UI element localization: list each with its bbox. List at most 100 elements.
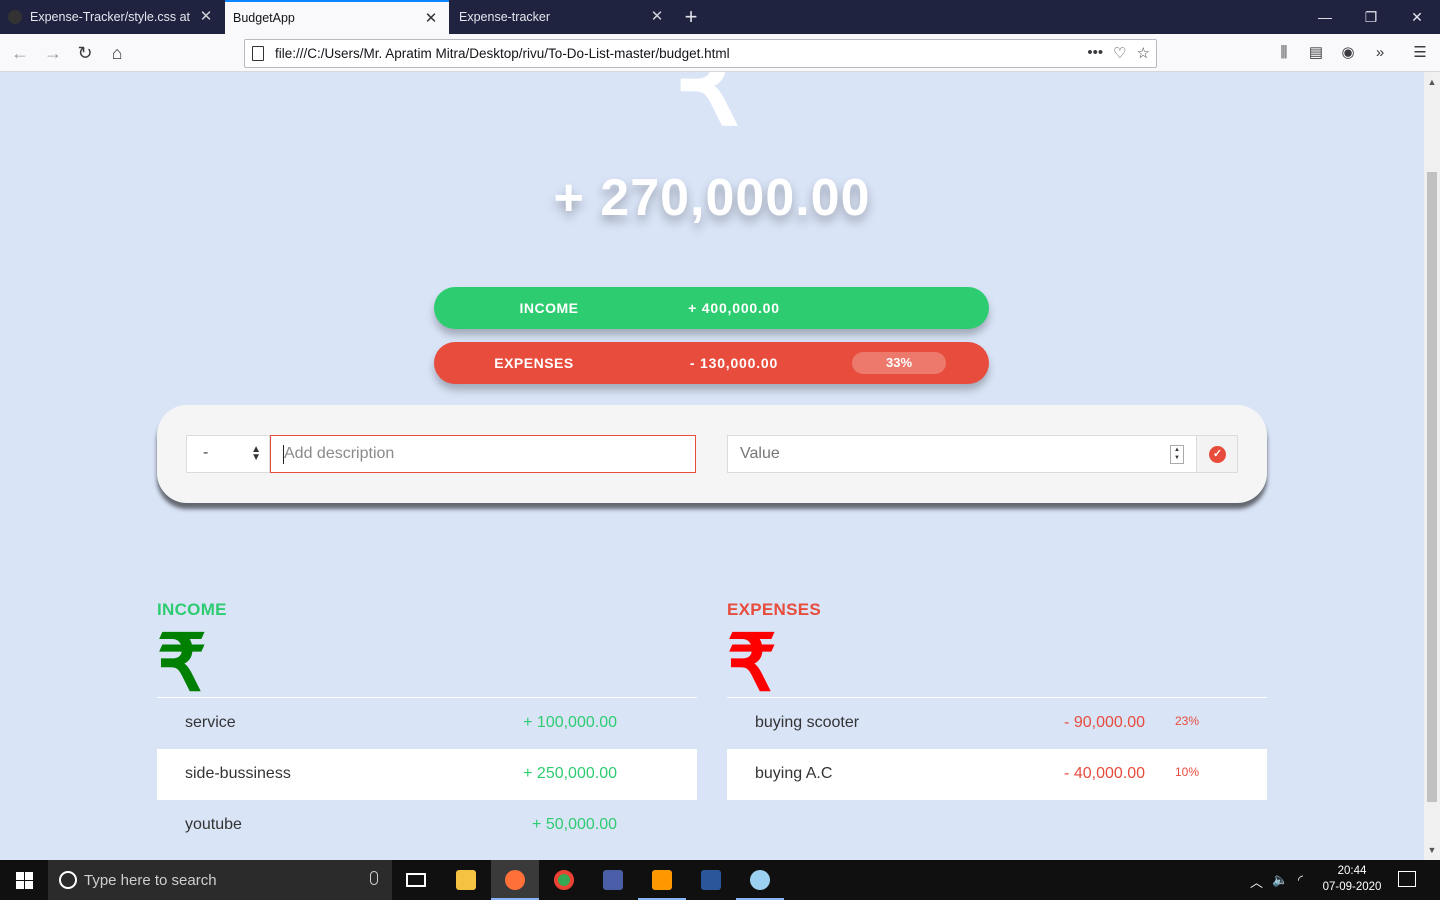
- volume-icon[interactable]: 🔈: [1272, 872, 1288, 888]
- type-select-value: -: [203, 444, 209, 461]
- item-value: + 100,000.00: [523, 714, 617, 731]
- tab-label: Expense-Tracker/style.css at master: [30, 10, 190, 24]
- clock-date: 07-09-2020: [1322, 881, 1382, 893]
- expenses-column: EXPENSES ₹ buying scooter - 90,000.00 23…: [727, 600, 1267, 800]
- expenses-summary-label: EXPENSES: [494, 355, 574, 371]
- app-icon[interactable]: [589, 860, 637, 900]
- tab-label: BudgetApp: [233, 11, 295, 25]
- expenses-list: buying scooter - 90,000.00 23% buying A.…: [727, 697, 1267, 800]
- item-description: youtube: [185, 816, 242, 833]
- overflow-chevron-icon[interactable]: »: [1368, 41, 1392, 65]
- select-caret-icon: ▲ ▼: [251, 444, 261, 463]
- reload-icon[interactable]: ↻: [71, 40, 99, 66]
- taskbar-clock[interactable]: 20:44 07-09-2020: [1318, 863, 1386, 895]
- scroll-thumb[interactable]: [1427, 172, 1437, 802]
- item-percentage: 23%: [1175, 714, 1200, 728]
- wifi-icon[interactable]: ◜: [1298, 872, 1303, 888]
- description-input[interactable]: Add description: [270, 435, 696, 473]
- item-description: buying scooter: [755, 714, 860, 731]
- income-summary-label: INCOME: [519, 300, 579, 316]
- item-description: buying A.C: [755, 765, 833, 782]
- sublime-text-icon[interactable]: [638, 860, 686, 900]
- task-view-icon[interactable]: [392, 860, 440, 900]
- close-tab-icon[interactable]: ✕: [649, 9, 665, 25]
- item-value: - 40,000.00: [1064, 765, 1145, 782]
- window-close-icon[interactable]: ✕: [1394, 0, 1440, 34]
- tab-expense-tracker-style[interactable]: Expense-Tracker/style.css at master ✕: [0, 0, 224, 34]
- file-explorer-icon[interactable]: [442, 860, 490, 900]
- item-value: + 50,000.00: [532, 816, 617, 833]
- cortana-icon: [59, 871, 77, 889]
- income-title: INCOME: [157, 600, 227, 619]
- page-scrollbar[interactable]: ▲ ▼: [1424, 72, 1440, 860]
- address-bar[interactable]: file:///C:/Users/Mr. Apratim Mitra/Deskt…: [244, 39, 1157, 68]
- clock-time: 20:44: [1337, 865, 1367, 877]
- bookmark-star-icon[interactable]: ☆: [1137, 44, 1150, 62]
- item-value: - 90,000.00: [1064, 714, 1145, 731]
- income-item[interactable]: youtube + 50,000.00: [157, 800, 697, 851]
- tab-expense-tracker[interactable]: Expense-tracker ✕: [451, 0, 675, 34]
- taskbar-search[interactable]: Type here to search: [48, 860, 392, 900]
- expenses-summary: EXPENSES - 130,000.00 33%: [434, 342, 989, 384]
- chrome-icon[interactable]: [540, 860, 588, 900]
- tab-label: Expense-tracker: [459, 10, 551, 24]
- number-spinner[interactable]: ▲ ▼: [1170, 445, 1184, 464]
- minimize-icon[interactable]: —: [1302, 0, 1348, 34]
- new-tab-plus-icon[interactable]: +: [678, 4, 704, 30]
- github-icon: [8, 10, 22, 24]
- account-icon[interactable]: ◉: [1336, 41, 1360, 65]
- taskbar-search-placeholder: Type here to search: [84, 872, 217, 889]
- income-summary-value: + 400,000.00: [688, 300, 780, 316]
- value-placeholder: Value: [740, 445, 780, 462]
- close-tab-icon[interactable]: ✕: [198, 9, 214, 25]
- rupee-hero-icon: ₹: [675, 72, 747, 148]
- add-entry-form: - ▲ ▼ Add description Value ▲ ▼ ✓: [157, 405, 1267, 503]
- close-tab-icon[interactable]: ✕: [423, 11, 439, 27]
- income-list: service + 100,000.00 side-bussiness + 25…: [157, 697, 697, 851]
- income-rupee-icon: ₹: [157, 619, 207, 707]
- library-icon[interactable]: ⫼: [1272, 41, 1296, 65]
- forward-arrow-icon[interactable]: →: [39, 40, 67, 66]
- sidebar-icon[interactable]: ▤: [1304, 41, 1328, 65]
- income-item[interactable]: service + 100,000.00: [157, 698, 697, 749]
- budget-app-page: ₹ + 270,000.00 INCOME + 400,000.00 EXPEN…: [0, 72, 1424, 860]
- expenses-percentage-badge: 33%: [852, 352, 946, 374]
- item-value: + 250,000.00: [523, 765, 617, 782]
- add-entry-button[interactable]: ✓: [1196, 435, 1238, 473]
- browser-tab-bar: Expense-Tracker/style.css at master ✕ Bu…: [0, 0, 1440, 34]
- windows-start-icon[interactable]: [0, 860, 48, 900]
- text-cursor: [283, 445, 284, 464]
- description-placeholder: Add description: [284, 445, 395, 462]
- page-icon: [252, 46, 264, 61]
- notification-center-icon[interactable]: [1398, 871, 1416, 887]
- type-select[interactable]: - ▲ ▼: [186, 435, 270, 473]
- url-actions: ••• ♡ ☆: [1087, 44, 1150, 62]
- pocket-icon[interactable]: ♡: [1113, 44, 1126, 62]
- item-description: service: [185, 714, 236, 731]
- income-item[interactable]: side-bussiness + 250,000.00: [157, 749, 697, 800]
- url-text: file:///C:/Users/Mr. Apratim Mitra/Deskt…: [275, 46, 730, 61]
- paint-icon[interactable]: [736, 860, 784, 900]
- income-summary: INCOME + 400,000.00: [434, 287, 989, 329]
- microphone-icon[interactable]: [370, 871, 378, 885]
- value-input[interactable]: Value ▲ ▼: [727, 435, 1197, 473]
- page-actions-icon[interactable]: •••: [1087, 44, 1103, 62]
- restore-icon[interactable]: ❐: [1348, 0, 1394, 34]
- menu-hamburger-icon[interactable]: ☰: [1408, 41, 1432, 65]
- back-arrow-icon[interactable]: ←: [6, 40, 34, 66]
- home-icon[interactable]: ⌂: [103, 40, 131, 66]
- available-budget: + 270,000.00: [553, 169, 871, 227]
- firefox-icon[interactable]: [491, 860, 539, 900]
- expense-item[interactable]: buying A.C - 40,000.00 10%: [727, 749, 1267, 800]
- browser-nav-bar: ← → ↻ ⌂ file:///C:/Users/Mr. Apratim Mit…: [0, 34, 1440, 72]
- expenses-rupee-icon: ₹: [727, 619, 777, 707]
- scroll-up-arrow-icon[interactable]: ▲: [1424, 74, 1440, 90]
- item-description: side-bussiness: [185, 765, 291, 782]
- tray-chevron-icon[interactable]: ︿: [1250, 872, 1263, 891]
- scroll-down-arrow-icon[interactable]: ▼: [1424, 842, 1440, 858]
- expenses-summary-value: - 130,000.00: [689, 355, 779, 371]
- checkmark-icon: ✓: [1209, 446, 1226, 463]
- tab-budgetapp[interactable]: BudgetApp ✕: [225, 0, 449, 34]
- expense-item[interactable]: buying scooter - 90,000.00 23%: [727, 698, 1267, 749]
- word-icon[interactable]: [687, 860, 735, 900]
